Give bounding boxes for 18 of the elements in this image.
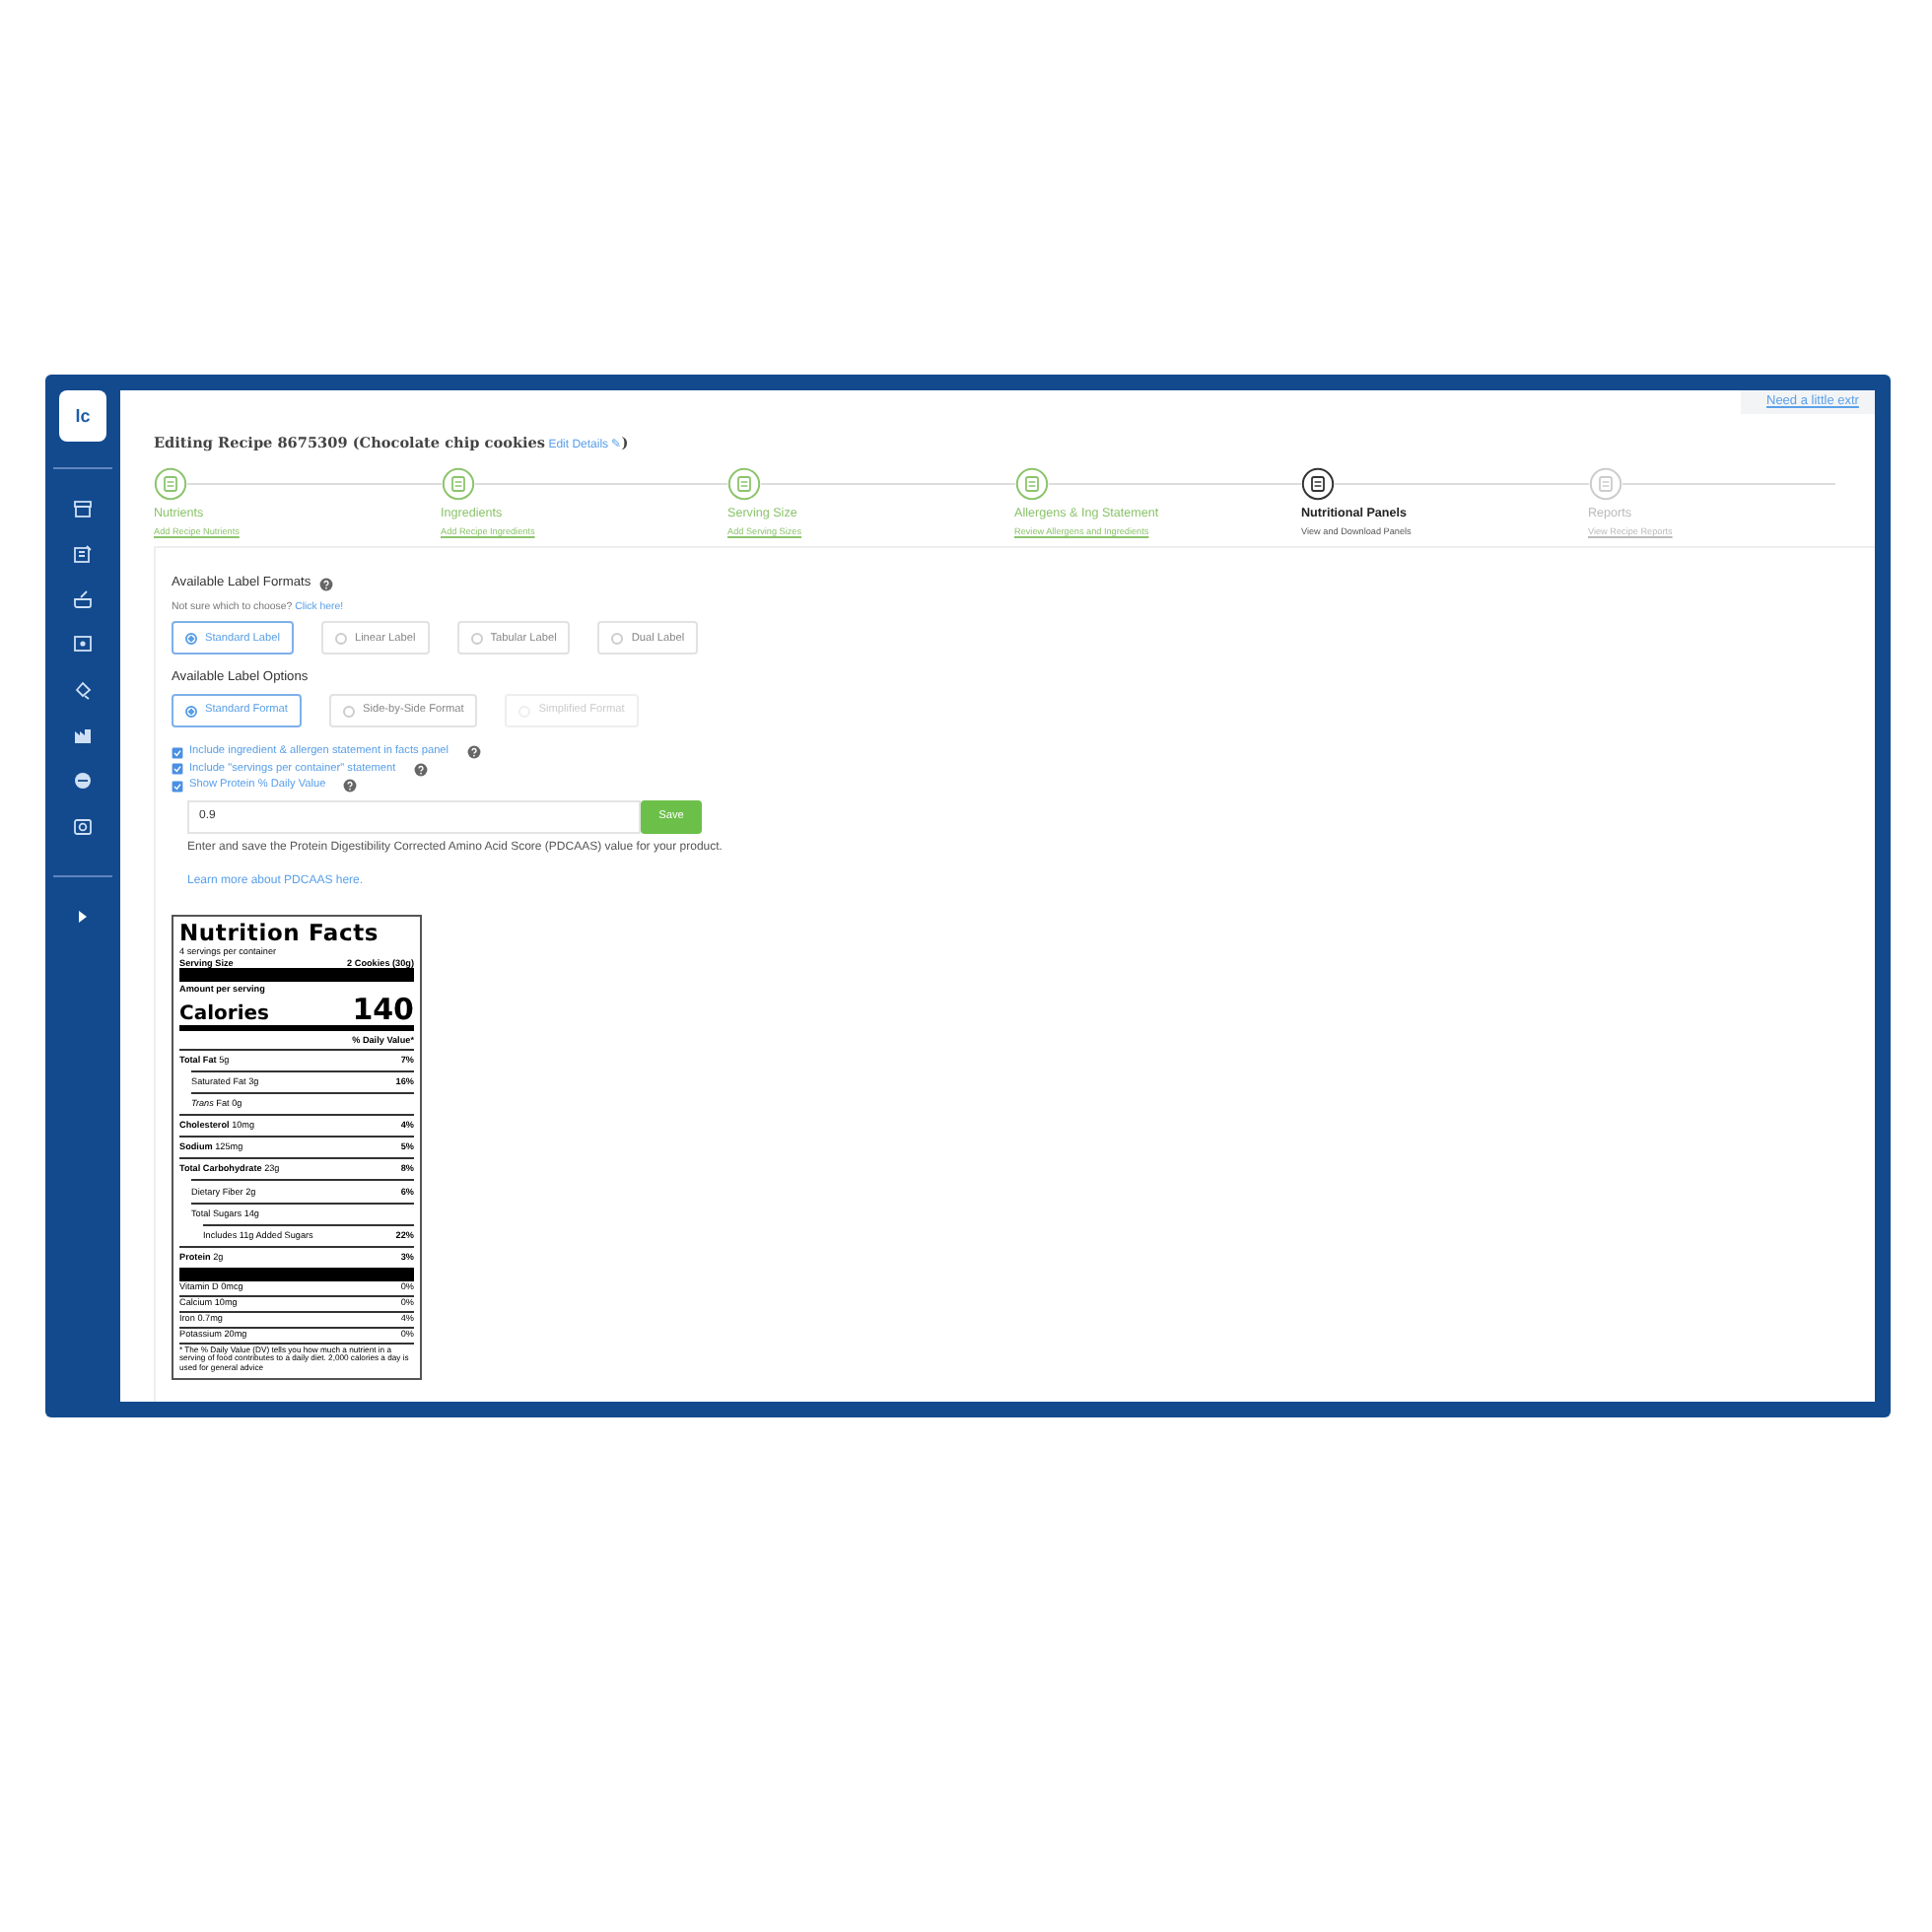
help-icon[interactable] [413,762,428,777]
store-icon[interactable] [73,499,93,518]
step-icon[interactable] [1301,467,1335,502]
logo[interactable]: lc [59,390,106,442]
nutrition-facts-title: Nutrition Facts [179,921,381,946]
checkbox[interactable] [172,763,183,776]
checkbox[interactable] [172,746,183,759]
help-icon[interactable] [343,779,358,794]
checkbox[interactable] [172,780,183,793]
calories-label: Calories [179,1005,269,1025]
factory-icon[interactable] [73,725,93,745]
help-icon[interactable] [318,577,333,591]
monitor-icon[interactable] [73,635,93,655]
document-icon[interactable] [73,544,93,564]
help-icon[interactable] [466,745,481,760]
pot-icon[interactable] [73,589,93,609]
tag-icon[interactable] [73,680,93,700]
calories-value: 140 [352,996,414,1025]
